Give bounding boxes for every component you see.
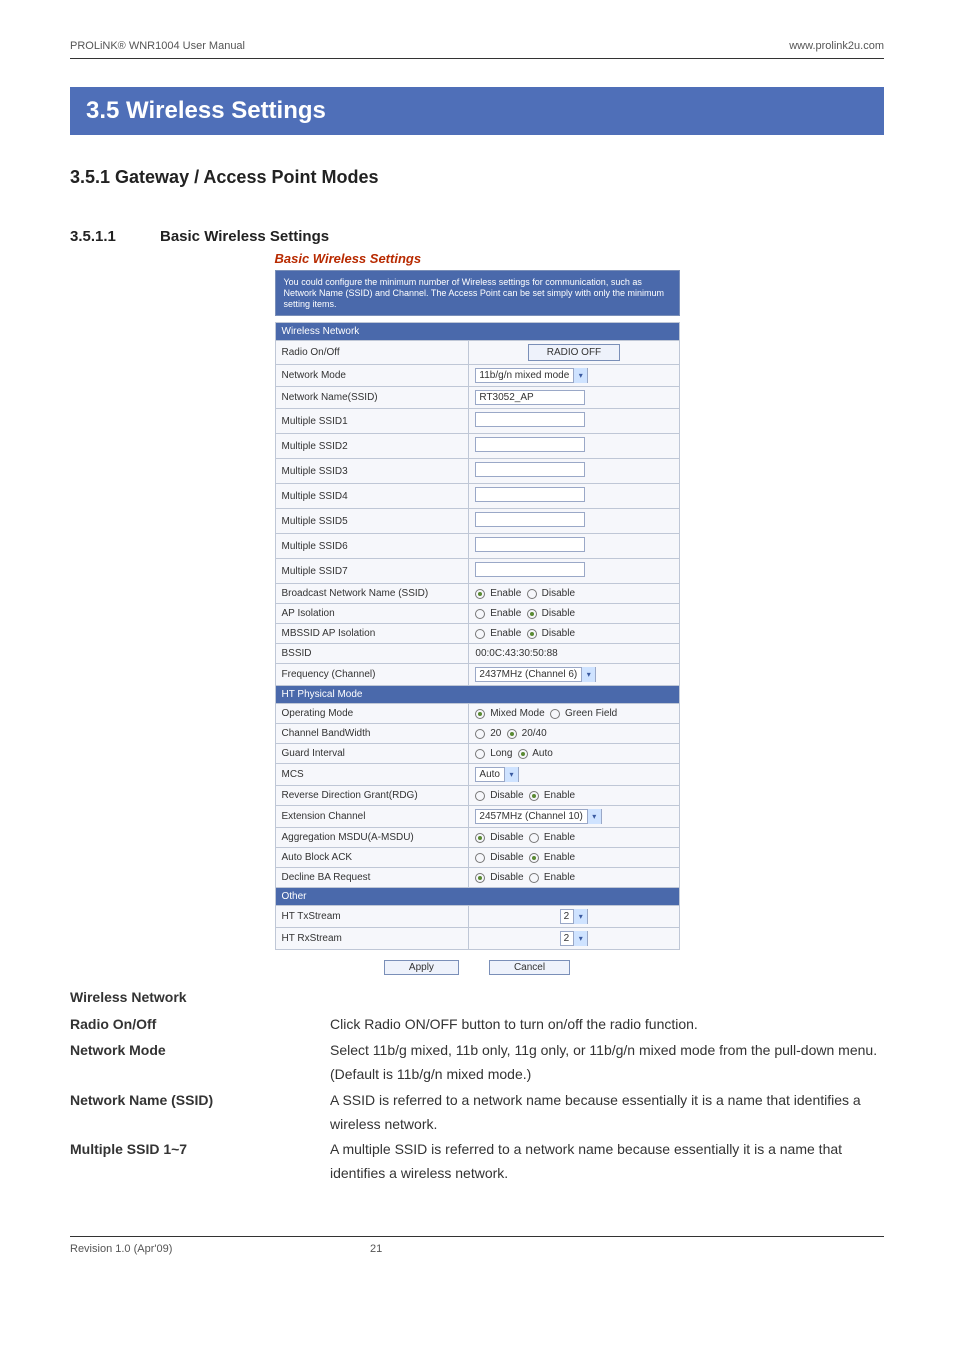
label-ht-rxstream: HT RxStream bbox=[275, 928, 469, 950]
chevron-down-icon: ▾ bbox=[581, 667, 595, 682]
section-heading: 3.5 Wireless Settings bbox=[70, 87, 884, 135]
desc-def-ssid: A SSID is referred to a network name bec… bbox=[330, 1089, 884, 1137]
embedded-screenshot: Basic Wireless Settings You could config… bbox=[275, 251, 680, 975]
frequency-select[interactable]: 2437MHz (Channel 6)▾ bbox=[475, 667, 596, 682]
bw-20-radio[interactable] bbox=[475, 729, 485, 739]
mssid5-input[interactable] bbox=[475, 512, 585, 527]
chevron-down-icon: ▾ bbox=[573, 909, 587, 924]
mssid1-input[interactable] bbox=[475, 412, 585, 427]
label-bssid: BSSID bbox=[275, 644, 469, 664]
ack-disable-radio[interactable] bbox=[475, 853, 485, 863]
bw-2040-radio[interactable] bbox=[507, 729, 517, 739]
rdg-disable-radio[interactable] bbox=[475, 791, 485, 801]
panel-title: Basic Wireless Settings bbox=[275, 251, 680, 266]
desc-def-network-mode: Select 11b/g mixed, 11b only, 11g only, … bbox=[330, 1039, 884, 1087]
label-mcs: MCS bbox=[275, 764, 469, 786]
bssid-value: 00:0C:43:30:50:88 bbox=[469, 644, 679, 664]
chevron-down-icon: ▾ bbox=[587, 809, 601, 824]
label-mssid6: Multiple SSID6 bbox=[275, 534, 469, 559]
opmode-green-radio[interactable] bbox=[550, 709, 560, 719]
label-rdg: Reverse Direction Grant(RDG) bbox=[275, 786, 469, 806]
radio-off-button[interactable]: RADIO OFF bbox=[528, 344, 620, 361]
subsection-heading: 3.5.1 Gateway / Access Point Modes bbox=[70, 167, 884, 188]
cancel-button[interactable]: Cancel bbox=[489, 960, 570, 975]
broadcast-disable-radio[interactable] bbox=[527, 589, 537, 599]
label-network-mode: Network Mode bbox=[275, 365, 469, 387]
apiso-disable-radio[interactable] bbox=[527, 609, 537, 619]
mssid7-input[interactable] bbox=[475, 562, 585, 577]
label-extension-channel: Extension Channel bbox=[275, 806, 469, 828]
label-operating-mode: Operating Mode bbox=[275, 704, 469, 724]
desc-heading: Wireless Network bbox=[70, 989, 884, 1005]
label-ssid: Network Name(SSID) bbox=[275, 387, 469, 409]
manual-title: PROLiNK® WNR1004 User Manual bbox=[70, 40, 245, 52]
gi-long-radio[interactable] bbox=[475, 749, 485, 759]
label-mssid7: Multiple SSID7 bbox=[275, 559, 469, 584]
ba-enable-radio[interactable] bbox=[529, 873, 539, 883]
label-auto-block-ack: Auto Block ACK bbox=[275, 848, 469, 868]
label-guard-interval: Guard Interval bbox=[275, 744, 469, 764]
chevron-down-icon: ▾ bbox=[504, 767, 518, 782]
section-ht-physical-mode: HT Physical Mode bbox=[275, 686, 679, 704]
network-mode-select[interactable]: 11b/g/n mixed mode▾ bbox=[475, 368, 588, 383]
opmode-mixed-radio[interactable] bbox=[475, 709, 485, 719]
gi-auto-radio[interactable] bbox=[518, 749, 528, 759]
ba-disable-radio[interactable] bbox=[475, 873, 485, 883]
ext-channel-select[interactable]: 2457MHz (Channel 10)▾ bbox=[475, 809, 601, 824]
label-mssid4: Multiple SSID4 bbox=[275, 484, 469, 509]
label-channel-bandwidth: Channel BandWidth bbox=[275, 724, 469, 744]
label-ap-isolation: AP Isolation bbox=[275, 604, 469, 624]
desc-term-ssid: Network Name (SSID) bbox=[70, 1089, 330, 1113]
subsubsection-number: 3.5.1.1 bbox=[70, 228, 160, 245]
rdg-enable-radio[interactable] bbox=[529, 791, 539, 801]
desc-def-multiple-ssid: A multiple SSID is referred to a network… bbox=[330, 1138, 884, 1186]
label-mssid5: Multiple SSID5 bbox=[275, 509, 469, 534]
mssid4-input[interactable] bbox=[475, 487, 585, 502]
label-aggregation: Aggregation MSDU(A-MSDU) bbox=[275, 828, 469, 848]
mssid3-input[interactable] bbox=[475, 462, 585, 477]
txstream-select[interactable]: 2▾ bbox=[560, 909, 589, 924]
section-other: Other bbox=[275, 888, 679, 906]
subsubsection-title: Basic Wireless Settings bbox=[160, 228, 329, 245]
desc-term-multiple-ssid: Multiple SSID 1~7 bbox=[70, 1138, 330, 1162]
agg-enable-radio[interactable] bbox=[529, 833, 539, 843]
apply-button[interactable]: Apply bbox=[384, 960, 459, 975]
mbssid-enable-radio[interactable] bbox=[475, 629, 485, 639]
section-wireless-network: Wireless Network bbox=[275, 323, 679, 341]
desc-term-radio: Radio On/Off bbox=[70, 1013, 330, 1037]
panel-intro: You could configure the minimum number o… bbox=[275, 270, 680, 316]
rxstream-select[interactable]: 2▾ bbox=[560, 931, 589, 946]
label-radio-onoff: Radio On/Off bbox=[275, 341, 469, 365]
label-decline-ba: Decline BA Request bbox=[275, 868, 469, 888]
mbssid-disable-radio[interactable] bbox=[527, 629, 537, 639]
label-mssid2: Multiple SSID2 bbox=[275, 434, 469, 459]
mcs-select[interactable]: Auto▾ bbox=[475, 767, 519, 782]
label-broadcast-ssid: Broadcast Network Name (SSID) bbox=[275, 584, 469, 604]
site-url: www.prolink2u.com bbox=[789, 40, 884, 52]
label-frequency: Frequency (Channel) bbox=[275, 664, 469, 686]
desc-term-network-mode: Network Mode bbox=[70, 1039, 330, 1063]
agg-disable-radio[interactable] bbox=[475, 833, 485, 843]
chevron-down-icon: ▾ bbox=[573, 931, 587, 946]
revision-text: Revision 1.0 (Apr'09) bbox=[70, 1243, 370, 1255]
mssid6-input[interactable] bbox=[475, 537, 585, 552]
page-number: 21 bbox=[370, 1243, 382, 1255]
mssid2-input[interactable] bbox=[475, 437, 585, 452]
label-ht-txstream: HT TxStream bbox=[275, 906, 469, 928]
chevron-down-icon: ▾ bbox=[573, 368, 587, 383]
desc-def-radio: Click Radio ON/OFF button to turn on/off… bbox=[330, 1013, 698, 1037]
label-mbssid-isolation: MBSSID AP Isolation bbox=[275, 624, 469, 644]
label-mssid1: Multiple SSID1 bbox=[275, 409, 469, 434]
apiso-enable-radio[interactable] bbox=[475, 609, 485, 619]
broadcast-enable-radio[interactable] bbox=[475, 589, 485, 599]
label-mssid3: Multiple SSID3 bbox=[275, 459, 469, 484]
ack-enable-radio[interactable] bbox=[529, 853, 539, 863]
ssid-input[interactable]: RT3052_AP bbox=[475, 390, 585, 405]
